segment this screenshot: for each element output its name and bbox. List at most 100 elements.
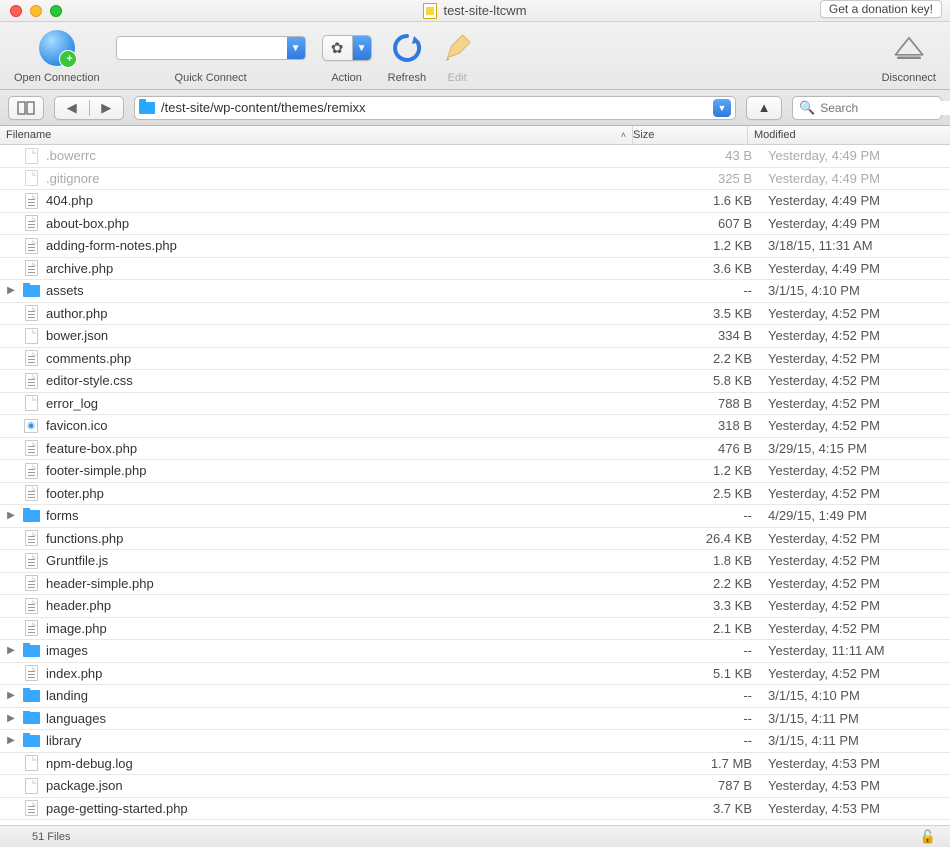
disclosure-triangle[interactable]: ▶ [6, 735, 16, 746]
file-row[interactable]: ▶bower.json334 BYesterday, 4:52 PM [0, 325, 950, 348]
file-row[interactable]: ▶adding-form-notes.php1.2 KB3/18/15, 11:… [0, 235, 950, 258]
action-button[interactable]: ✿ ▼ [322, 35, 372, 61]
file-row[interactable]: ▶feature-box.php476 B3/29/15, 4:15 PM [0, 438, 950, 461]
file-row[interactable]: ▶library--3/1/15, 4:11 PM [0, 730, 950, 753]
file-name: functions.php [46, 531, 123, 546]
file-row[interactable]: ▶archive.php3.6 KBYesterday, 4:49 PM [0, 258, 950, 281]
file-row[interactable]: ▶index.php5.1 KBYesterday, 4:52 PM [0, 663, 950, 686]
file-size: 3.7 KB [647, 801, 762, 816]
file-row[interactable]: ▶assets--3/1/15, 4:10 PM [0, 280, 950, 303]
file-icon [25, 350, 38, 366]
bookmarks-button[interactable] [8, 96, 44, 120]
file-row[interactable]: ▶about-box.php607 BYesterday, 4:49 PM [0, 213, 950, 236]
file-icon [25, 800, 38, 816]
file-name: bower.json [46, 328, 108, 343]
disclosure-triangle[interactable]: ▶ [6, 690, 16, 701]
file-size: 788 B [647, 396, 762, 411]
quick-connect-dropdown[interactable]: ▼ [287, 37, 305, 59]
file-row[interactable]: ▶footer.php2.5 KBYesterday, 4:52 PM [0, 483, 950, 506]
up-button[interactable]: ▲ [746, 96, 782, 120]
zoom-window-button[interactable] [50, 5, 62, 17]
disconnect-button[interactable] [892, 26, 926, 70]
document-icon [423, 3, 437, 19]
file-modified: Yesterday, 4:49 PM [762, 148, 950, 163]
disclosure-triangle[interactable]: ▶ [6, 645, 16, 656]
file-icon [25, 395, 38, 411]
gear-icon[interactable]: ✿ [323, 36, 353, 60]
file-name: header-simple.php [46, 576, 154, 591]
close-window-button[interactable] [10, 5, 22, 17]
file-list[interactable]: ▶.bowerrc43 BYesterday, 4:49 PM▶.gitigno… [0, 145, 950, 825]
file-name: editor-style.css [46, 373, 133, 388]
column-size[interactable]: Size [633, 126, 748, 144]
file-modified: Yesterday, 4:49 PM [762, 261, 950, 276]
globe-plus-icon[interactable]: + [39, 30, 75, 66]
file-row[interactable]: ▶npm-debug.log1.7 MBYesterday, 4:53 PM [0, 753, 950, 776]
donation-button[interactable]: Get a donation key! [820, 0, 942, 18]
file-row[interactable]: ▶page-getting-started.php3.7 KBYesterday… [0, 798, 950, 821]
minimize-window-button[interactable] [30, 5, 42, 17]
file-row[interactable]: ▶404.php1.6 KBYesterday, 4:49 PM [0, 190, 950, 213]
path-bar: ◀ ▶ /test-site/wp-content/themes/remixx … [0, 90, 950, 126]
favicon-icon: ◉ [24, 419, 38, 433]
file-row[interactable]: ▶comments.php2.2 KBYesterday, 4:52 PM [0, 348, 950, 371]
path-dropdown[interactable]: ▼ [713, 99, 731, 117]
file-name: feature-box.php [46, 441, 137, 456]
column-filename[interactable]: Filename ˄ [0, 126, 633, 144]
action-dropdown[interactable]: ▼ [353, 36, 371, 60]
file-name: index.php [46, 666, 102, 681]
file-row[interactable]: ▶Gruntfile.js1.8 KBYesterday, 4:52 PM [0, 550, 950, 573]
search-input[interactable] [820, 101, 950, 115]
folder-icon [23, 285, 40, 297]
search-field[interactable]: 🔍 [792, 96, 942, 120]
quick-connect-input[interactable] [117, 37, 287, 59]
titlebar: test-site-ltcwm Get a donation key! [0, 0, 950, 22]
quick-connect-label: Quick Connect [175, 72, 247, 84]
file-modified: Yesterday, 4:52 PM [762, 351, 950, 366]
file-row[interactable]: ▶.bowerrc43 BYesterday, 4:49 PM [0, 145, 950, 168]
refresh-button[interactable] [391, 26, 423, 70]
back-button[interactable]: ◀ [55, 100, 90, 116]
disclosure-triangle[interactable]: ▶ [6, 285, 16, 296]
file-row[interactable]: ▶.gitignore325 BYesterday, 4:49 PM [0, 168, 950, 191]
file-size: 5.8 KB [647, 373, 762, 388]
file-name: footer-simple.php [46, 463, 146, 478]
file-icon [25, 530, 38, 546]
file-row[interactable]: ▶image.php2.1 KBYesterday, 4:52 PM [0, 618, 950, 641]
file-name: .bowerrc [46, 148, 96, 163]
file-row[interactable]: ▶functions.php26.4 KBYesterday, 4:52 PM [0, 528, 950, 551]
column-modified[interactable]: Modified [748, 126, 950, 144]
file-row[interactable]: ▶languages--3/1/15, 4:11 PM [0, 708, 950, 731]
path-field[interactable]: /test-site/wp-content/themes/remixx ▼ [134, 96, 736, 120]
file-icon [25, 440, 38, 456]
forward-button[interactable]: ▶ [90, 100, 124, 116]
file-modified: Yesterday, 4:53 PM [762, 756, 950, 771]
file-name: landing [46, 688, 88, 703]
file-row[interactable]: ▶package.json787 BYesterday, 4:53 PM [0, 775, 950, 798]
file-row[interactable]: ▶author.php3.5 KBYesterday, 4:52 PM [0, 303, 950, 326]
disclosure-triangle[interactable]: ▶ [6, 510, 16, 521]
file-row[interactable]: ▶editor-style.css5.8 KBYesterday, 4:52 P… [0, 370, 950, 393]
file-row[interactable]: ▶footer-simple.php1.2 KBYesterday, 4:52 … [0, 460, 950, 483]
folder-icon [23, 712, 40, 724]
file-modified: Yesterday, 4:52 PM [762, 328, 950, 343]
file-row[interactable]: ▶images--Yesterday, 11:11 AM [0, 640, 950, 663]
file-row[interactable]: ▶forms--4/29/15, 1:49 PM [0, 505, 950, 528]
file-row[interactable]: ▶landing--3/1/15, 4:10 PM [0, 685, 950, 708]
file-size: -- [647, 283, 762, 298]
file-row[interactable]: ▶header-simple.php2.2 KBYesterday, 4:52 … [0, 573, 950, 596]
disclosure-triangle[interactable]: ▶ [6, 713, 16, 724]
file-row[interactable]: ▶◉favicon.ico318 BYesterday, 4:52 PM [0, 415, 950, 438]
file-name: author.php [46, 306, 107, 321]
folder-icon [23, 645, 40, 657]
file-modified: Yesterday, 4:52 PM [762, 531, 950, 546]
disconnect-label: Disconnect [882, 72, 936, 84]
file-size: 1.8 KB [647, 553, 762, 568]
file-row[interactable]: ▶error_log788 BYesterday, 4:52 PM [0, 393, 950, 416]
file-icon [25, 553, 38, 569]
file-size: 2.2 KB [647, 351, 762, 366]
quick-connect-field[interactable]: ▼ [116, 36, 306, 60]
file-row[interactable]: ▶header.php3.3 KBYesterday, 4:52 PM [0, 595, 950, 618]
folder-icon [23, 510, 40, 522]
file-name: archive.php [46, 261, 113, 276]
